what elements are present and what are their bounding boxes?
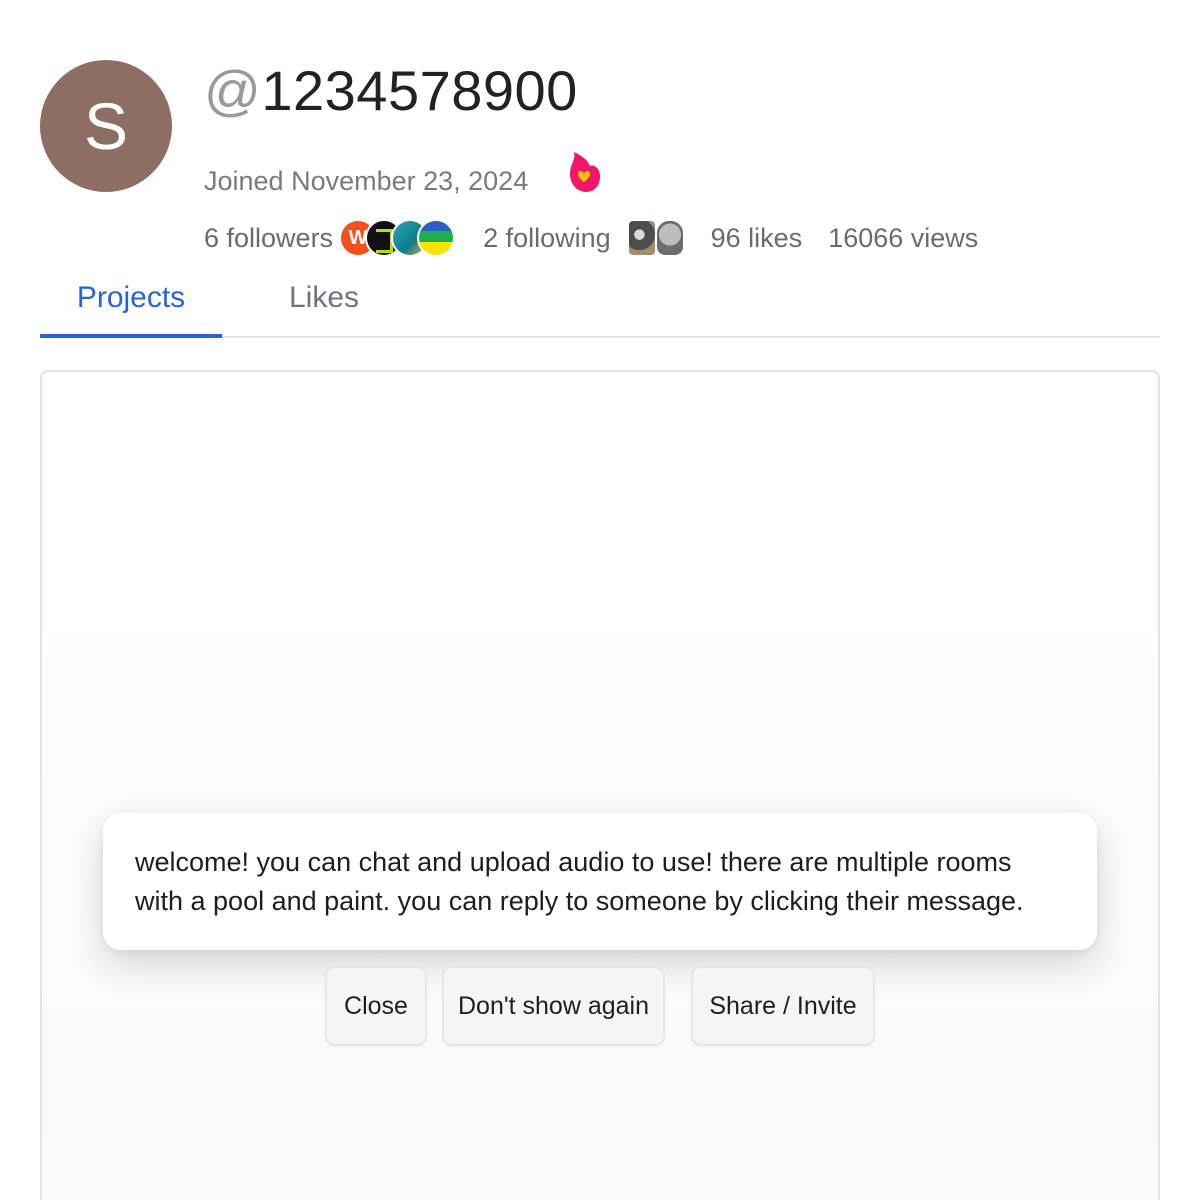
projects-panel xyxy=(40,370,1160,1200)
welcome-message: welcome! you can chat and upload audio t… xyxy=(103,813,1097,950)
username-at-sign: @ xyxy=(204,59,262,122)
profile-stats: 6 followers W 2 following 96 likes 16066… xyxy=(204,216,978,260)
likes-count: 96 likes xyxy=(710,222,803,253)
following-stat[interactable]: 2 following xyxy=(483,221,683,255)
avatar[interactable]: S xyxy=(40,60,172,192)
profile-page: S @1234578900 Joined November 23, 2024 6… xyxy=(0,0,1200,1200)
username-text: 1234578900 xyxy=(261,59,578,122)
followers-stat[interactable]: 6 followers W xyxy=(204,219,456,257)
followers-count[interactable]: 6 followers xyxy=(204,223,333,254)
follower-avatars: W xyxy=(339,219,456,257)
tab-likes[interactable]: Likes xyxy=(222,270,426,338)
dont-show-again-button[interactable]: Don't show again xyxy=(442,966,665,1046)
following-avatars xyxy=(627,221,683,255)
close-button[interactable]: Close xyxy=(325,966,427,1046)
follower-avatar[interactable] xyxy=(417,219,456,257)
views-count: 16066 views xyxy=(828,222,979,253)
following-avatar[interactable] xyxy=(656,221,683,255)
profile-tabs: Projects Likes xyxy=(40,270,1160,338)
tab-projects[interactable]: Projects xyxy=(40,270,222,338)
username-heading: @1234578900 xyxy=(204,58,578,123)
flame-heart-icon xyxy=(570,152,600,192)
following-count[interactable]: 2 following xyxy=(483,223,611,254)
share-invite-button[interactable]: Share / Invite xyxy=(691,966,875,1046)
following-avatar[interactable] xyxy=(628,221,655,255)
joined-date: Joined November 23, 2024 xyxy=(204,166,529,196)
